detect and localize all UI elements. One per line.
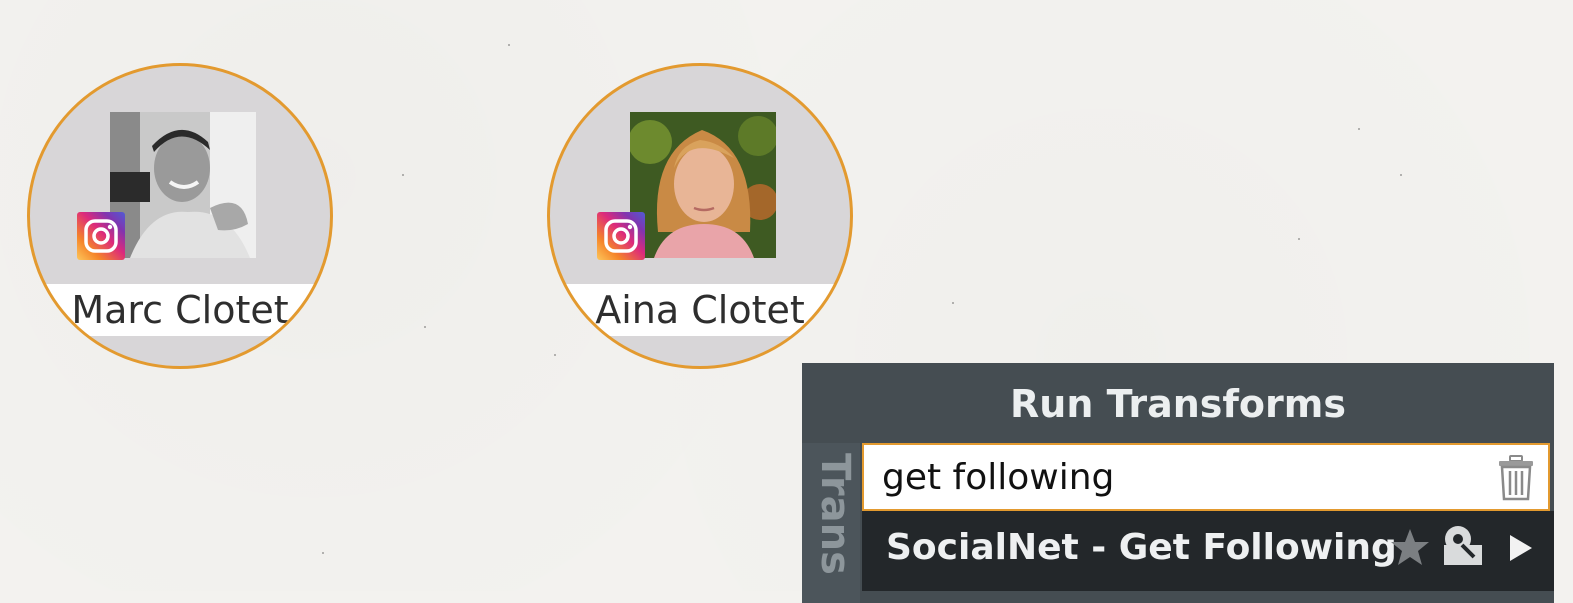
entity-node-marc-clotet[interactable]: Marc Clotet [27,63,333,369]
marc-clotet-photo [110,112,256,258]
canvas-speck [1400,174,1402,176]
trash-icon[interactable] [1496,455,1536,501]
side-tab-transforms[interactable]: Trans [802,443,860,603]
transform-result-row[interactable]: SocialNet - Get Following [862,511,1554,591]
canvas-speck [402,174,404,176]
canvas-speck [554,354,556,356]
transform-search-box[interactable] [862,443,1550,511]
canvas-speck [1298,238,1300,240]
run-transforms-panel: Run Transforms Trans SocialNet - Get Fol… [802,363,1554,603]
transform-search-input[interactable] [882,453,1462,501]
canvas-speck [424,326,426,328]
side-tab-label: Trans [812,453,858,575]
star-icon[interactable] [1390,527,1430,567]
transform-result-label: SocialNet - Get Following [886,527,1397,568]
panel-title: Run Transforms [1010,382,1346,426]
settings-icon[interactable] [1440,523,1486,569]
instagram-icon [77,212,125,260]
canvas-speck [952,302,954,304]
canvas-speck [508,44,510,46]
instagram-icon [597,212,645,260]
node-label: Aina Clotet [550,284,850,336]
node-label: Marc Clotet [30,284,330,336]
canvas-speck [1358,128,1360,130]
canvas-speck [322,552,324,554]
aina-clotet-photo [630,112,776,258]
run-icon[interactable] [1508,533,1534,563]
entity-node-aina-clotet[interactable]: Aina Clotet [547,63,853,369]
